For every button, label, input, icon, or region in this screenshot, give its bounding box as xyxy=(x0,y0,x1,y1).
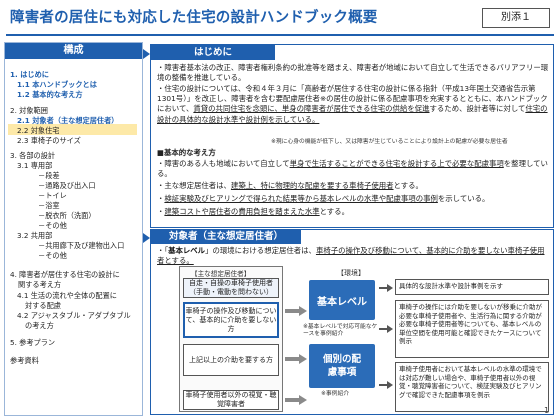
user-box-self-propelled: 自走・自操の車椅子使用者（手動・電動を問わない） xyxy=(183,278,279,298)
toc-item: 3.1 専用部 xyxy=(17,161,53,170)
basic-item-2-a: ・主な想定居住者は、 xyxy=(157,181,231,190)
environment-title: 【環境】 xyxy=(337,269,365,277)
section-target-heading: 対象者（主な想定居住者） xyxy=(151,230,301,244)
toc-item: 2.2 対象住宅 xyxy=(17,126,60,135)
toc-heading: 構成 xyxy=(5,43,142,59)
section-intro: はじめに ・障害者基本法の改正、障害者権利条約の批准等を踏まえ、障害者が地域にお… xyxy=(150,44,554,228)
section-intro-heading: はじめに xyxy=(151,45,275,60)
page-title: 障害者の居住にも対応した住宅の設計ハンドブック概要 xyxy=(10,10,378,26)
arrow-basic-desc2 xyxy=(379,324,393,334)
page-number: 1 xyxy=(544,406,550,415)
arrow-user4-to-individual xyxy=(285,395,307,405)
basic-item-2: ・主な想定居住者は、建築上、特に物理的な配慮を要する車椅子使用者とする。 xyxy=(157,181,549,191)
arrow-user3-to-individual xyxy=(285,354,307,364)
attachment-tag: 別添１ xyxy=(482,8,550,28)
toc-item: 3.2 共用部 xyxy=(17,231,53,240)
toc-item: 関する考え方 xyxy=(18,280,62,289)
toc-item: －段差 xyxy=(38,171,60,180)
target-intro-bold: 基本レベル xyxy=(168,246,206,255)
arrow-to-intro xyxy=(143,49,150,59)
basic-item-1-underline: 単身で生活することができる住宅を設計する上で必要な配慮事項 xyxy=(289,159,504,168)
toc-item: －浴室 xyxy=(38,201,60,210)
toc-item: 1.1 本ハンドブックとは xyxy=(17,80,97,89)
toc-item: 1.2 基本的な考え方 xyxy=(17,90,83,99)
basic-item-3-underline: 検証実験及びヒアリングで得られた結果等から基本レベルの水準や配慮事項の事例 xyxy=(164,194,438,203)
basic-level-box: 基本レベル xyxy=(309,280,375,320)
intro-paragraph-1: ・障害者基本法の改正、障害者権利条約の批准等を踏まえ、障害者が地域において自立し… xyxy=(157,63,549,83)
user-box-no-assistance: 車椅子の操作及び移動について、基本的に介助を要しない方 xyxy=(183,302,279,338)
toc-item: －その他 xyxy=(38,221,67,230)
user-box-more-assistance: 上記以上の介助を要する方 xyxy=(183,344,279,376)
toc-item: －通路及び出入口 xyxy=(38,181,96,190)
title-underline xyxy=(6,34,554,36)
toc-item: 1. はじめに xyxy=(10,70,49,79)
toc-item: －その他 xyxy=(38,251,67,260)
toc-panel: 構成 1. はじめに 1.1 本ハンドブックとは 1.2 基本的な考え方 2. 対象範… xyxy=(4,42,143,416)
arrow-individual-desc3 xyxy=(379,380,393,390)
toc-item: 対する配慮 xyxy=(25,301,61,310)
user-box-visual-hearing: 車椅子使用者以外の視覚・聴覚障害者 xyxy=(183,390,279,410)
toc-item: の考え方 xyxy=(25,321,54,330)
basic-item-3: ・検証実験及びヒアリングで得られた結果等から基本レベルの水準や配慮事項の事例を示… xyxy=(157,194,549,204)
basic-item-3-b: を示している。 xyxy=(437,194,490,203)
basic-item-4: ・建築コストや居住者の費用負担を踏まえた水準とする。 xyxy=(157,207,549,217)
basic-item-1-a: ・障害のある人も地域において自立して xyxy=(157,159,290,168)
users-title: 【主な想定居住者】 xyxy=(191,270,251,278)
section-target: 対象者（主な想定居住者） ・「基本レベル」の環境における想定居住者は、車椅子の操… xyxy=(150,229,554,415)
toc-item: 4. 障害者が居住する住宅の設計に xyxy=(10,270,120,279)
arrow-basic-desc1 xyxy=(379,283,393,293)
intro-p2-underline-1: 賃貸の共同住宅を念頭に、単身の障害者が居住できる住宅の供給を促進 xyxy=(193,104,430,114)
toc-item: －トイレ xyxy=(38,191,67,200)
desc-basic-cases: 車椅子の操作には介助を要しないが移乗に介助が必要な車椅子使用者や、生活行為に関す… xyxy=(395,300,549,358)
toc-item: 5. 参考プラン xyxy=(10,338,56,347)
toc-item: 4.2 アジャスタブル・アダプタブル xyxy=(17,311,131,320)
arrow-to-target xyxy=(143,233,150,243)
desc-basic-standard: 具体的な設計水準や設計事例を示す xyxy=(395,279,549,295)
target-intro-c: 」の環境における想定居住者は、 xyxy=(205,246,316,255)
toc-item: －共用廊下及び建物出入口 xyxy=(38,241,125,250)
target-intro: ・「基本レベル」の環境における想定居住者は、車椅子の操作及び移動について、基本的… xyxy=(157,246,549,266)
individual-consideration-box: 個別の配慮事項 xyxy=(309,344,375,388)
basic-item-4-underline: 建築コストや居住者の費用負担を踏まえた水準 xyxy=(164,207,320,216)
basic-item-4-b: とする。 xyxy=(319,207,349,216)
toc-item: 参考資料 xyxy=(10,356,39,365)
target-intro-a: ・「 xyxy=(157,246,169,255)
individual-note: ※事例紹介 xyxy=(321,391,350,397)
toc-item: 2.1 対象者（主な想定居住者） xyxy=(17,116,119,125)
basic-level-note: ※基本レベルで対応可能なケースを事例紹介 xyxy=(303,324,378,338)
intro-p2-text-c: するため、設計者等に対して xyxy=(429,104,526,114)
intro-paragraph-2: ・住宅の設計については、令和４年３月に「高齢者が居住する住宅の設計に係る指針（平… xyxy=(157,84,549,125)
basic-item-2-b: とする。 xyxy=(393,181,423,190)
arrow-user2-to-basic xyxy=(285,306,307,316)
toc-item: 3. 各部の設計 xyxy=(10,151,56,160)
toc-item: 2. 対象範囲 xyxy=(10,106,48,115)
desc-individual: 車椅子使用者において基本レベルの水準の環境では対応が難しい場合や、車椅子使用者以… xyxy=(395,362,549,412)
intro-footnote: ※現に心身の機能が低下し、又は障害が生じていることにより設計上の配慮が必要な居住… xyxy=(271,139,508,145)
basic-item-2-underline: 建築上、特に物理的な配慮を要する車椅子使用者 xyxy=(230,181,394,190)
toc-item: －脱衣所（洗面） xyxy=(38,211,96,220)
basic-item-1: ・障害のある人も地域において自立して単身で生活することができる住宅を設計する上で… xyxy=(157,159,549,179)
basic-heading: ■基本的な考え方 xyxy=(157,148,216,157)
toc-item: 4.1 生活の流れや全体の配置に xyxy=(17,291,117,300)
toc-item: 2.3 車椅子のサイズ xyxy=(17,136,81,145)
